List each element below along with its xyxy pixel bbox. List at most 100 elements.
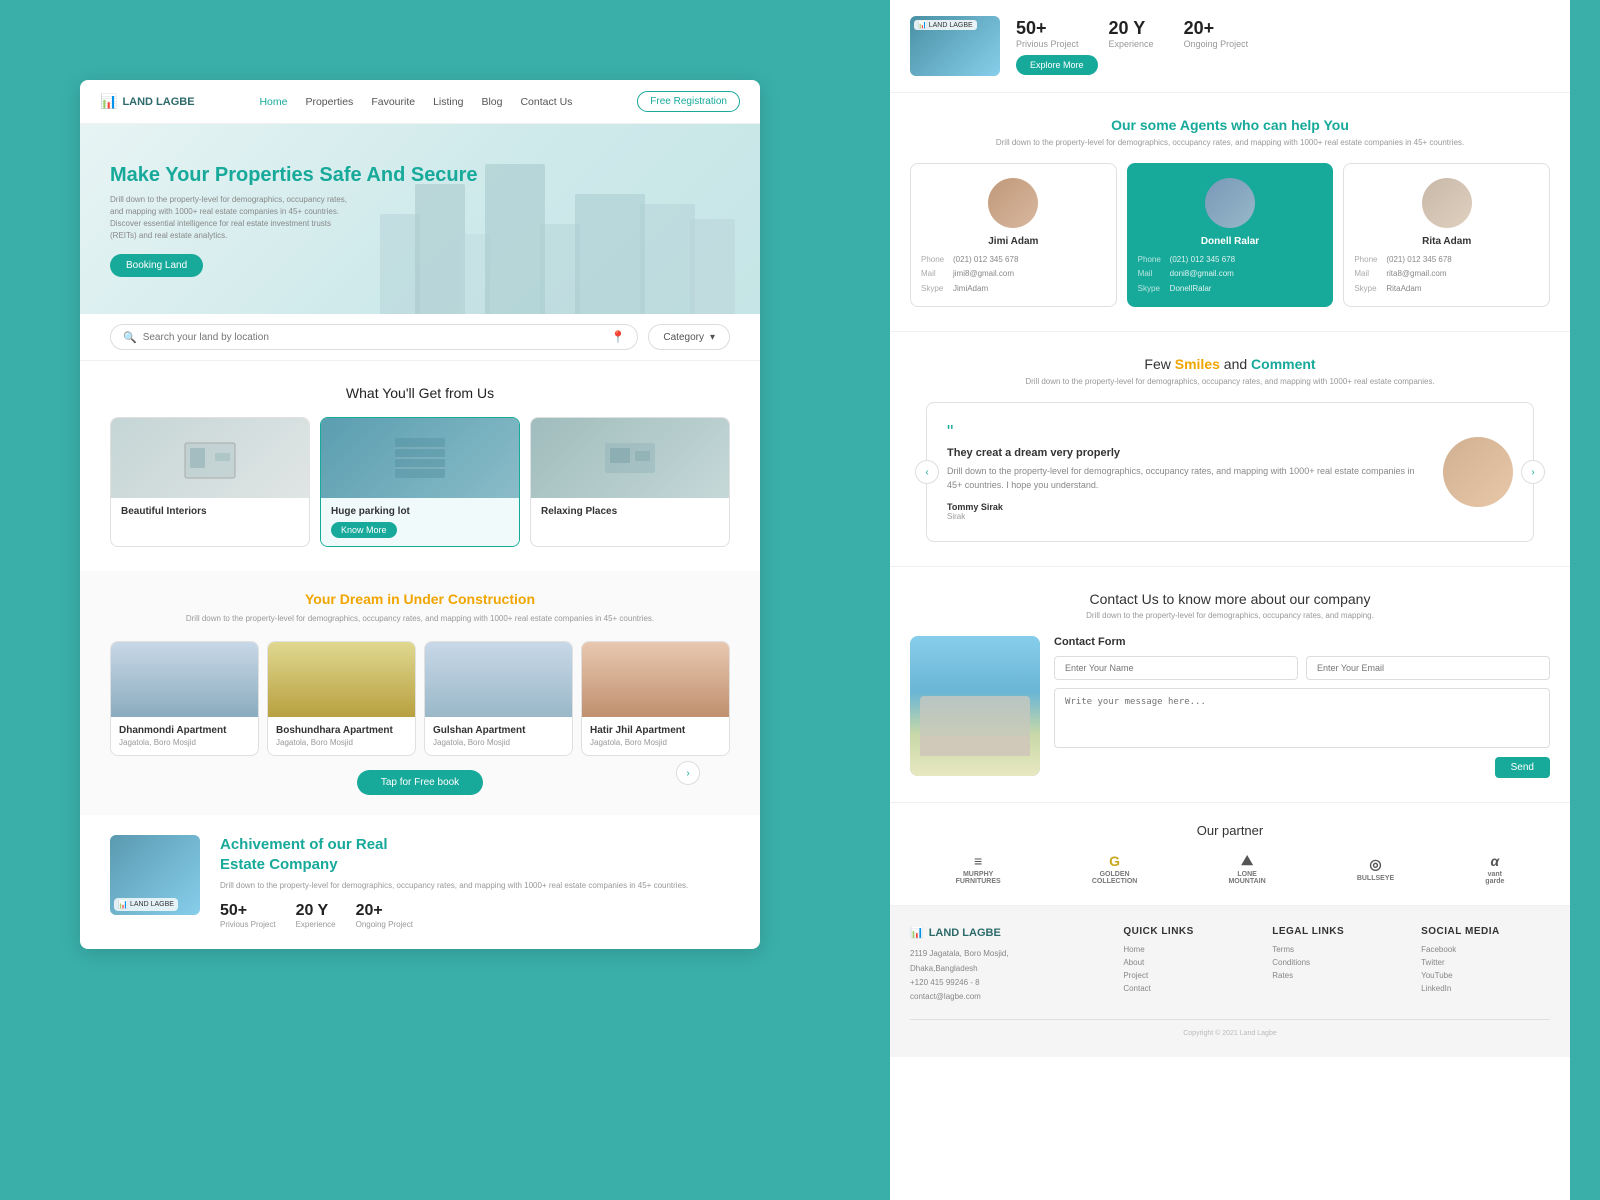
footer-brand-name: LAND LAGBE — [929, 927, 1001, 939]
contact-form-title: Contact Form — [1054, 636, 1550, 648]
explore-more-button[interactable]: Explore More — [1016, 55, 1098, 75]
footer-social-facebook[interactable]: Facebook — [1421, 945, 1550, 954]
footer-social-youtube[interactable]: YouTube — [1421, 971, 1550, 980]
tap-free-book-button[interactable]: Tap for Free book — [357, 770, 483, 795]
search-bar: 🔍 📍 Category ▾ — [80, 314, 760, 361]
footer-quick-contact[interactable]: Contact — [1123, 984, 1252, 993]
hero-title: Make Your Properties Safe And Secure — [110, 162, 478, 188]
location-pin-icon: 📍 — [610, 330, 625, 344]
right-top-content: 50+ Privious Project 20 Y Experience 20+… — [1016, 18, 1248, 75]
footer-legal-rates[interactable]: Rates — [1272, 971, 1401, 980]
agent-name-2: Rita Adam — [1354, 236, 1539, 247]
testimonial-author: Tommy Sirak — [947, 502, 1427, 512]
agent-name-1: Donell Ralar — [1138, 236, 1323, 247]
nav-listing[interactable]: Listing — [433, 96, 463, 108]
know-more-button[interactable]: Know More — [331, 522, 397, 538]
footer-social-twitter[interactable]: Twitter — [1421, 958, 1550, 967]
nav-properties[interactable]: Properties — [305, 96, 353, 108]
right-stat-num-0: 50+ — [1016, 18, 1079, 39]
partner-logo-2: ⛰ LONE MOUNTAIN — [1228, 852, 1265, 885]
footer-copyright: Copyright © 2021 Land Lagbe — [910, 1019, 1550, 1037]
apt-name-1: Boshundhara Apartment — [276, 725, 407, 736]
right-top-section: 📊 LAND LAGBE 50+ Privious Project 20 Y E… — [890, 0, 1570, 93]
contact-send-button[interactable]: Send — [1495, 757, 1550, 778]
agent-card-1: Donell Ralar Phone(021) 012 345 678 Mail… — [1127, 163, 1334, 307]
footer-quick-about[interactable]: About — [1123, 958, 1252, 967]
hero-text: Make Your Properties Safe And Secure Dri… — [110, 162, 478, 277]
apartments-next-arrow[interactable]: › — [676, 761, 700, 785]
hero-subtitle: Drill down to the property-level for dem… — [110, 194, 350, 242]
apt-location-2: Jagatola, Boro Mosjid — [433, 738, 564, 747]
contact-subtitle: Drill down to the property-level for dem… — [910, 611, 1550, 620]
feature-info-relaxing: Relaxing Places — [531, 498, 729, 525]
testimonial-prev-button[interactable]: ‹ — [915, 460, 939, 484]
footer-legal-terms[interactable]: Terms — [1272, 945, 1401, 954]
footer-quick-home[interactable]: Home — [1123, 945, 1252, 954]
right-stat-label-2: Ongoing Project — [1184, 39, 1249, 49]
contact-name-input[interactable] — [1054, 656, 1298, 680]
apt-name-3: Hatir Jhil Apartment — [590, 725, 721, 736]
features-grid: Beautiful Interiors Huge parking lot Kno… — [110, 417, 730, 547]
partner-name-3: BULLSEYE — [1357, 875, 1394, 882]
nav-blog[interactable]: Blog — [481, 96, 502, 108]
logo-icon: 📊 — [100, 93, 117, 110]
testimonial-avatar — [1443, 437, 1513, 507]
apt-card-3: Hatir Jhil Apartment Jagatola, Boro Mosj… — [581, 641, 730, 756]
dream-highlight: Dream — [340, 591, 384, 607]
nav-contact[interactable]: Contact Us — [520, 96, 572, 108]
contact-message-textarea[interactable] — [1054, 688, 1550, 748]
category-dropdown[interactable]: Category ▾ — [648, 324, 730, 350]
footer-social-title: SOCIAL MEDIA — [1421, 926, 1550, 937]
contact-email-input[interactable] — [1306, 656, 1550, 680]
tap-btn-wrap: Tap for Free book › — [110, 770, 730, 795]
right-stats: 50+ Privious Project 20 Y Experience 20+… — [1016, 18, 1248, 49]
agent-detail-2: Phone(021) 012 345 678 Mailrita8@gmail.c… — [1354, 253, 1539, 296]
footer-legal-conditions[interactable]: Conditions — [1272, 958, 1401, 967]
chevron-down-icon: ▾ — [710, 332, 715, 343]
nav-home[interactable]: Home — [259, 96, 287, 108]
right-stat-label-0: Privious Project — [1016, 39, 1079, 49]
testimonial-next-button[interactable]: › — [1521, 460, 1545, 484]
stats-row: 50+ Privious Project 20 Y Experience 20+… — [220, 902, 688, 929]
right-stat-1: 20 Y Experience — [1109, 18, 1154, 49]
footer-quick-project[interactable]: Project — [1123, 971, 1252, 980]
feature-img-relaxing — [531, 418, 729, 498]
footer-social-linkedin[interactable]: LinkedIn — [1421, 984, 1550, 993]
stat-0: 50+ Privious Project — [220, 902, 276, 929]
testimonial-text: Drill down to the property-level for dem… — [947, 465, 1427, 492]
footer-legal-title: LEGAL LINKS — [1272, 926, 1401, 937]
achievement-section: 📊 LAND LAGBE Achivement of our Real Esta… — [80, 815, 760, 949]
apt-location-3: Jagatola, Boro Mosjid — [590, 738, 721, 747]
apt-img-2 — [425, 642, 572, 717]
achievement-text: Achivement of our Real Estate Company Dr… — [220, 835, 688, 929]
footer-address: 2119 Jagatala, Boro Mosjid, Dhaka,Bangla… — [910, 947, 1103, 1005]
free-registration-button[interactable]: Free Registration — [637, 91, 740, 112]
apt-info-2: Gulshan Apartment Jagatola, Boro Mosjid — [425, 717, 572, 755]
testimonial-heading: They creat a dream very properly — [947, 447, 1427, 459]
right-hero-image: 📊 LAND LAGBE — [910, 16, 1000, 76]
apt-img-1 — [268, 642, 415, 717]
agent-avatar-1 — [1205, 178, 1255, 228]
agent-detail-1: Phone(021) 012 345 678 Maildoni8@gmail.c… — [1138, 253, 1323, 296]
hero-section: Make Your Properties Safe And Secure Dri… — [80, 124, 760, 314]
right-stat-num-1: 20 Y — [1109, 18, 1154, 39]
partner-name-0: MURPHY FURNITURES — [956, 871, 1001, 885]
feature-info-parking: Huge parking lot Know More — [321, 498, 519, 546]
search-input[interactable] — [143, 332, 605, 343]
apt-card-1: Boshundhara Apartment Jagatola, Boro Mos… — [267, 641, 416, 756]
apt-name-2: Gulshan Apartment — [433, 725, 564, 736]
agent-detail-0: Phone(021) 012 345 678 Mailjimi8@gmail.c… — [921, 253, 1106, 296]
partner-symbol-1: G — [1109, 853, 1120, 869]
agents-subtitle: Drill down to the property-level for dem… — [910, 137, 1550, 149]
dream-section: Your Dream in Under Construction Drill d… — [80, 571, 760, 815]
agents-grid: Jimi Adam Phone(021) 012 345 678 Mailjim… — [910, 163, 1550, 307]
contact-body: Contact Form Send — [910, 636, 1550, 778]
booking-button[interactable]: Booking Land — [110, 254, 203, 277]
testimonials-title: Few Smiles and Comment — [910, 356, 1550, 372]
feature-card-parking: Huge parking lot Know More — [320, 417, 520, 547]
footer-brand-column: 📊 LAND LAGBE 2119 Jagatala, Boro Mosjid,… — [910, 926, 1103, 1005]
dream-subtitle: Drill down to the property-level for dem… — [110, 613, 730, 625]
agents-title: Our some Agents who can help You — [910, 117, 1550, 133]
category-label: Category — [663, 332, 704, 343]
nav-favourite[interactable]: Favourite — [371, 96, 415, 108]
